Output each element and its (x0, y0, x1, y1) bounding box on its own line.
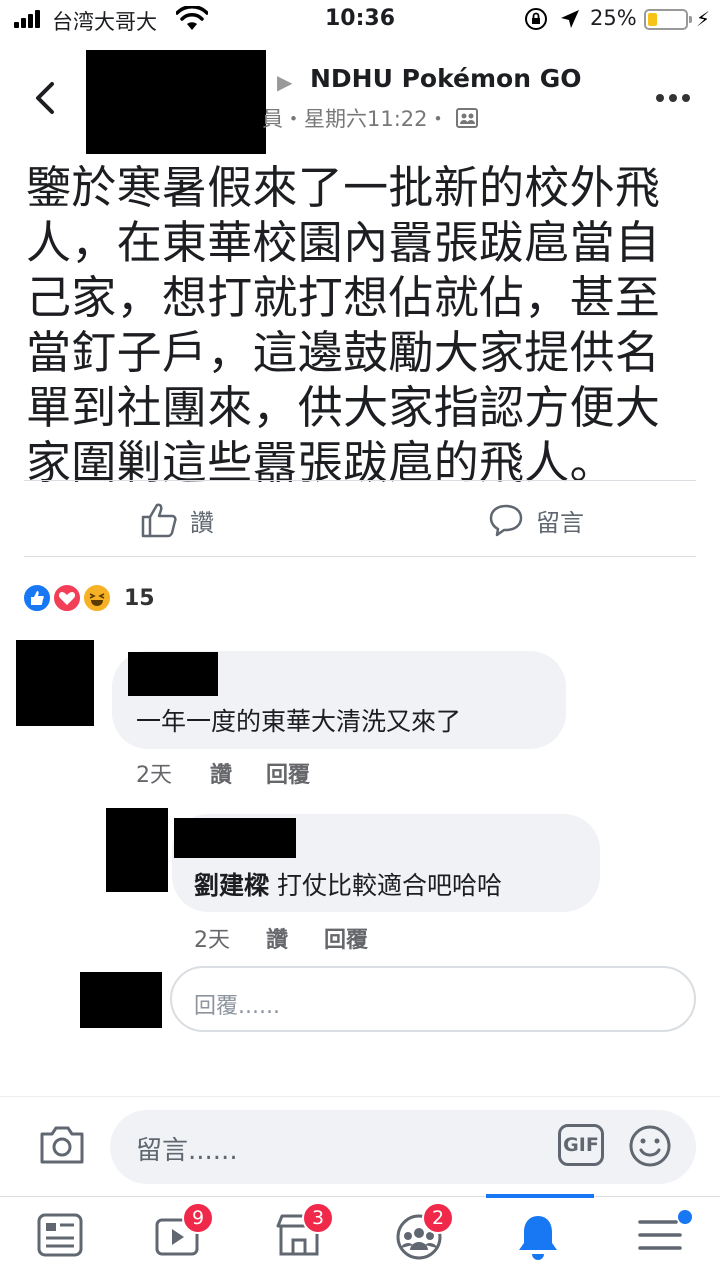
like-button[interactable]: 讚 (140, 500, 214, 540)
active-tab-indicator (486, 1194, 594, 1198)
reply-input[interactable]: 回覆...... (170, 966, 696, 1032)
redacted-author-name[interactable] (128, 652, 218, 696)
comment-like-button[interactable]: 讚 (210, 757, 232, 789)
comment-text: 劉建樑 打仗比較適合吧哈哈 (194, 866, 502, 902)
haha-reaction-icon (82, 583, 112, 613)
tab-news-feed[interactable] (36, 1212, 96, 1264)
emoji-icon[interactable] (628, 1124, 672, 1168)
back-icon[interactable] (30, 78, 60, 118)
like-label: 讚 (190, 508, 214, 537)
redacted-avatar (86, 50, 266, 154)
location-icon (561, 10, 579, 28)
tab-notifications[interactable] (514, 1212, 574, 1264)
divider (24, 556, 696, 557)
bottom-tab-bar (0, 1196, 720, 1280)
battery-percent: 25% (590, 6, 637, 30)
comment-button[interactable]: 留言 (488, 500, 584, 540)
watch-badge: 9 (182, 1202, 214, 1234)
comment-text: 一年一度的東華大清洗又來了 (136, 707, 462, 736)
like-reaction-icon (22, 583, 52, 613)
comment-time: 2天 (136, 763, 172, 788)
group-name[interactable]: NDHU Pokémon GO (310, 64, 582, 93)
redacted-author-name[interactable] (174, 818, 296, 858)
comment-like-button[interactable]: 讚 (266, 922, 288, 954)
reaction-count[interactable]: 15 (124, 586, 155, 611)
comment-body: 打仗比較適合吧哈哈 (269, 871, 502, 900)
comment-reply-button[interactable]: 回覆 (266, 757, 310, 789)
comment-placeholder: 留言...... (136, 1136, 238, 1166)
battery-fill (648, 13, 657, 26)
groups-badge: 2 (422, 1202, 454, 1234)
divider (24, 480, 696, 481)
status-bar: 台湾大哥大 10:36 25% ⚡ (0, 0, 720, 40)
menu-icon (638, 1220, 682, 1250)
comment-icon (489, 504, 523, 537)
comment-input[interactable]: 留言...... (110, 1110, 696, 1184)
rotation-lock-icon (525, 8, 547, 30)
post-meta: 員・星期六11:22・ (262, 107, 449, 131)
play-arrow-icon: ▶ (277, 70, 293, 94)
comment-reply-button[interactable]: 回覆 (324, 922, 368, 954)
redacted-avatar (80, 972, 162, 1028)
menu-notification-dot (678, 1210, 692, 1224)
bell-icon (519, 1216, 557, 1260)
charging-icon: ⚡ (696, 7, 711, 31)
news-feed-icon (37, 1213, 83, 1257)
mention-tag[interactable]: 劉建樑 (194, 871, 269, 900)
reply-placeholder: 回覆...... (194, 994, 280, 1019)
gif-button[interactable]: GIF (558, 1124, 604, 1166)
tab-groups[interactable]: 2 (394, 1202, 454, 1264)
tab-marketplace[interactable]: 3 (274, 1202, 334, 1264)
group-icon (456, 108, 478, 128)
more-options-icon[interactable] (656, 94, 690, 104)
marketplace-badge: 3 (302, 1202, 334, 1234)
camera-icon[interactable] (38, 1124, 86, 1166)
tab-watch[interactable]: 9 (154, 1202, 214, 1264)
battery-icon (644, 9, 692, 30)
post-body: 鑒於寒暑假來了一批新的校外飛人，在東華校園內囂張跋扈當自己家，想打就打想佔就佔，… (26, 161, 661, 489)
thumbs-up-icon (141, 503, 177, 538)
comment-label: 留言 (536, 508, 584, 537)
comment-time: 2天 (194, 928, 230, 953)
love-reaction-icon (52, 583, 82, 613)
redacted-avatar[interactable] (16, 640, 94, 726)
redacted-avatar[interactable] (106, 808, 168, 892)
